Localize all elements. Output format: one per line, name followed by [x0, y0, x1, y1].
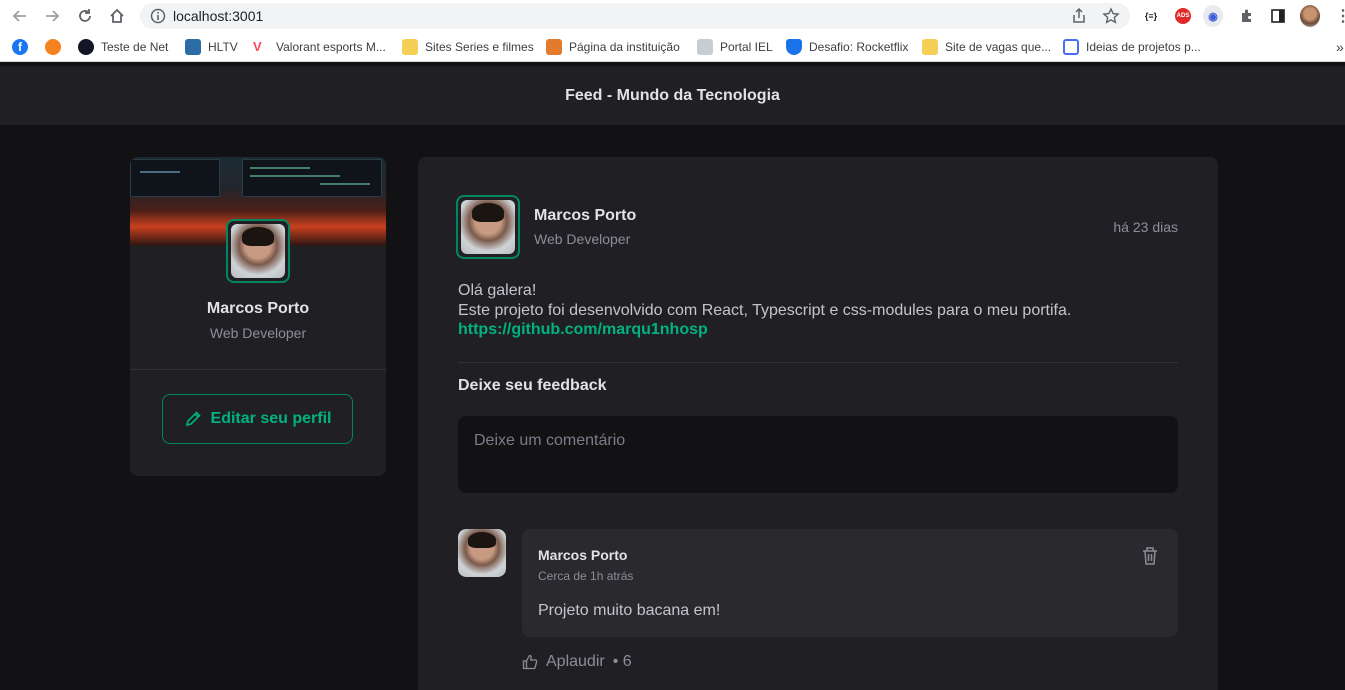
bookmark-label: Site de vagas que...: [945, 40, 1052, 54]
comment-input[interactable]: [458, 416, 1178, 493]
adblock-extension-icon[interactable]: ADS: [1173, 6, 1193, 26]
applaud-count: • 6: [612, 653, 632, 670]
profile-sidebar: Marcos Porto Web Developer Editar seu pe…: [130, 157, 386, 476]
side-panel-icon[interactable]: [1268, 6, 1288, 26]
post-author-avatar[interactable]: [456, 195, 520, 259]
address-bar[interactable]: localhost:3001: [140, 3, 1130, 29]
page-title: Feed - Mundo da Tecnologia: [565, 86, 780, 104]
puzzle-icon[interactable]: [1237, 6, 1257, 26]
profile-name: Marcos Porto: [206, 300, 310, 317]
post-line: Este projeto foi desenvolvido com React,…: [458, 301, 1072, 319]
bookmark-label: Desafio: Rocketflix: [809, 40, 909, 54]
bookmarks-overflow-button[interactable]: »: [1336, 39, 1344, 55]
divider: [130, 369, 386, 370]
bookmark-facebook[interactable]: f: [12, 39, 28, 55]
valorant-icon: V: [253, 39, 262, 54]
bookmark-rocketflix[interactable]: Desafio: Rocketflix: [786, 39, 908, 55]
bookmark-label: Página da instituição: [569, 40, 680, 54]
chrome-menu-icon[interactable]: ⋮: [1333, 6, 1345, 26]
feedback-title: Deixe seu feedback: [458, 377, 607, 394]
bookmark-vagas[interactable]: Site de vagas que...: [922, 39, 1051, 55]
folder-icon: [922, 39, 938, 55]
bookmarks-bar: f Teste de Net HLTV V Valorant esports M…: [0, 32, 1345, 62]
thumbs-up-icon: [522, 654, 538, 670]
applaud-button[interactable]: Aplaudir • 6: [522, 653, 632, 671]
facebook-icon: f: [12, 39, 28, 55]
app-header: Feed - Mundo da Tecnologia: [0, 66, 1345, 125]
bookmark-instituicao[interactable]: Página da instituição: [546, 39, 680, 55]
trash-icon[interactable]: [1140, 545, 1160, 567]
json-extension-icon[interactable]: {≡}: [1141, 6, 1161, 26]
hltv-icon: [185, 39, 201, 55]
document-icon: [697, 39, 713, 55]
bookmark-2[interactable]: [45, 39, 61, 55]
bookmark-valorant[interactable]: V Valorant esports M...: [253, 39, 386, 55]
shield-icon: [786, 39, 802, 55]
comment-author: Marcos Porto: [538, 547, 628, 563]
edit-profile-button[interactable]: Editar seu perfil: [162, 394, 353, 444]
post-author-role: Web Developer: [534, 231, 631, 247]
post-time: há 23 dias: [1113, 219, 1178, 235]
reload-icon[interactable]: [75, 6, 95, 26]
pencil-page-icon: [546, 39, 562, 55]
owl-extension-icon[interactable]: ◉: [1203, 5, 1223, 27]
bookmark-label: Portal IEL: [720, 40, 773, 54]
bracket-icon: [1063, 39, 1079, 55]
url-text: localhost:3001: [173, 8, 264, 24]
comment-text: Projeto muito bacana em!: [538, 602, 721, 619]
profile-role: Web Developer: [209, 325, 307, 341]
profile-avatar[interactable]: [226, 219, 290, 283]
bookmark-label: Valorant esports M...: [276, 40, 386, 54]
forward-icon[interactable]: [42, 6, 62, 26]
comment-box: Marcos Porto Cerca de 1h atrás Projeto m…: [522, 529, 1178, 637]
bookmark-label: Ideias de projetos p...: [1086, 40, 1201, 54]
site-info-icon[interactable]: [150, 8, 166, 29]
bookmark-teste-de-net[interactable]: Teste de Net: [78, 39, 168, 55]
comment-avatar[interactable]: [458, 529, 506, 577]
folder-icon: [402, 39, 418, 55]
pencil-icon: [185, 411, 201, 427]
bookmark-portal-iel[interactable]: Portal IEL: [697, 39, 773, 55]
bookmark-series-filmes[interactable]: Sites Series e filmes: [402, 39, 534, 55]
bookmark-label: Teste de Net: [101, 40, 169, 54]
browser-toolbar: localhost:3001 {≡} ADS ◉ ⋮: [0, 0, 1345, 32]
post-link[interactable]: https://github.com/marqu1nhosp: [458, 320, 1071, 340]
comment-time: Cerca de 1h atrás: [538, 569, 634, 583]
profile-avatar-icon[interactable]: [1300, 5, 1320, 27]
back-icon[interactable]: [10, 6, 30, 26]
applaud-label: Aplaudir: [546, 653, 605, 670]
bookmark-label: HLTV: [208, 40, 238, 54]
post-content: Olá galera! Este projeto foi desenvolvid…: [458, 281, 1071, 340]
bookmark-label: Sites Series e filmes: [425, 40, 534, 54]
share-icon[interactable]: [1070, 7, 1088, 30]
bookmark-star-icon[interactable]: [1102, 7, 1120, 30]
bookmark-ideias-projetos[interactable]: Ideias de projetos p...: [1063, 39, 1201, 55]
orange-circle-icon: [45, 39, 61, 55]
divider: [458, 362, 1178, 363]
post-card: Marcos Porto Web Developer há 23 dias Ol…: [418, 157, 1218, 690]
bookmark-hltv[interactable]: HLTV: [185, 39, 238, 55]
speedtest-icon: [78, 39, 94, 55]
post-author-name: Marcos Porto: [534, 207, 637, 224]
edit-profile-label: Editar seu perfil: [210, 410, 332, 427]
post-line: Olá galera!: [458, 282, 537, 299]
home-icon[interactable]: [107, 6, 127, 26]
